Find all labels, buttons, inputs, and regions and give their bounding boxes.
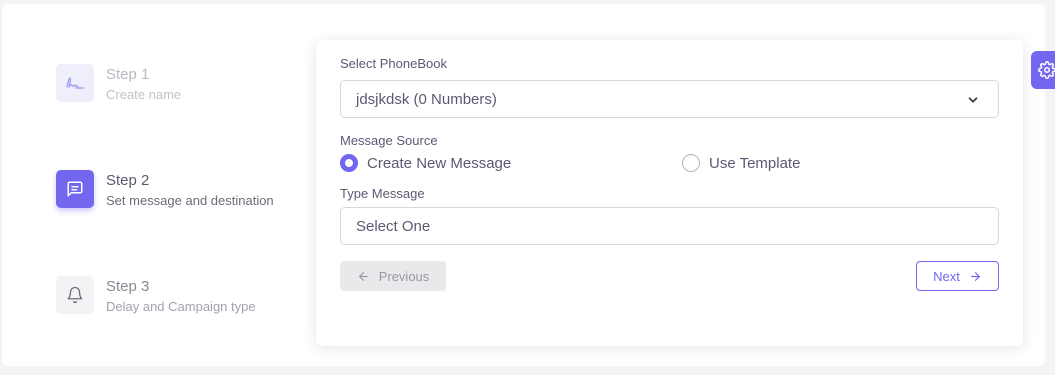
wizard-card: Step 1 Create name Step 2 Set message an…	[2, 4, 1045, 366]
step-2-title: Step 2	[106, 172, 150, 189]
step-form: Select PhoneBook jdsjkdsk (0 Numbers) Me…	[316, 40, 1023, 346]
phonebook-label: Select PhoneBook	[340, 56, 447, 71]
step-2-subtitle: Set message and destination	[106, 193, 274, 208]
type-message-select[interactable]: Select One	[340, 207, 999, 245]
customizer-toggle-button[interactable]	[1031, 51, 1055, 89]
radio-checked-icon	[340, 154, 358, 172]
radio-unchecked-icon	[682, 154, 700, 172]
next-button-label: Next	[933, 268, 960, 284]
bell-icon	[56, 276, 94, 314]
chevron-down-icon	[966, 93, 980, 111]
radio-label: Create New Message	[367, 154, 512, 172]
step-3[interactable]: Step 3 Delay and Campaign type	[56, 276, 316, 316]
next-button[interactable]: Next	[916, 261, 999, 291]
gear-icon	[1038, 61, 1055, 79]
type-message-value: Select One	[356, 217, 431, 235]
message-square-icon	[56, 170, 94, 208]
step-1-subtitle: Create name	[106, 87, 182, 102]
step-3-title: Step 3	[106, 278, 150, 295]
radio-create-new-message[interactable]: Create New Message	[340, 154, 511, 172]
radio-use-template[interactable]: Use Template	[682, 154, 800, 172]
previous-button-label: Previous	[378, 268, 430, 284]
arrow-right-icon	[970, 271, 980, 281]
step-1-title: Step 1	[106, 66, 150, 83]
radio-label: Use Template	[709, 154, 801, 172]
previous-button[interactable]: Previous	[340, 261, 446, 291]
arrow-left-icon	[358, 271, 368, 281]
message-source-label: Message Source	[340, 133, 438, 148]
step-2[interactable]: Step 2 Set message and destination	[56, 170, 316, 210]
phonebook-select[interactable]: jdsjkdsk (0 Numbers)	[340, 80, 999, 118]
signature-icon	[56, 64, 94, 102]
step-3-subtitle: Delay and Campaign type	[106, 299, 256, 314]
phonebook-selected-value: jdsjkdsk (0 Numbers)	[356, 90, 497, 108]
type-message-label: Type Message	[340, 186, 425, 201]
step-1[interactable]: Step 1 Create name	[56, 64, 316, 104]
